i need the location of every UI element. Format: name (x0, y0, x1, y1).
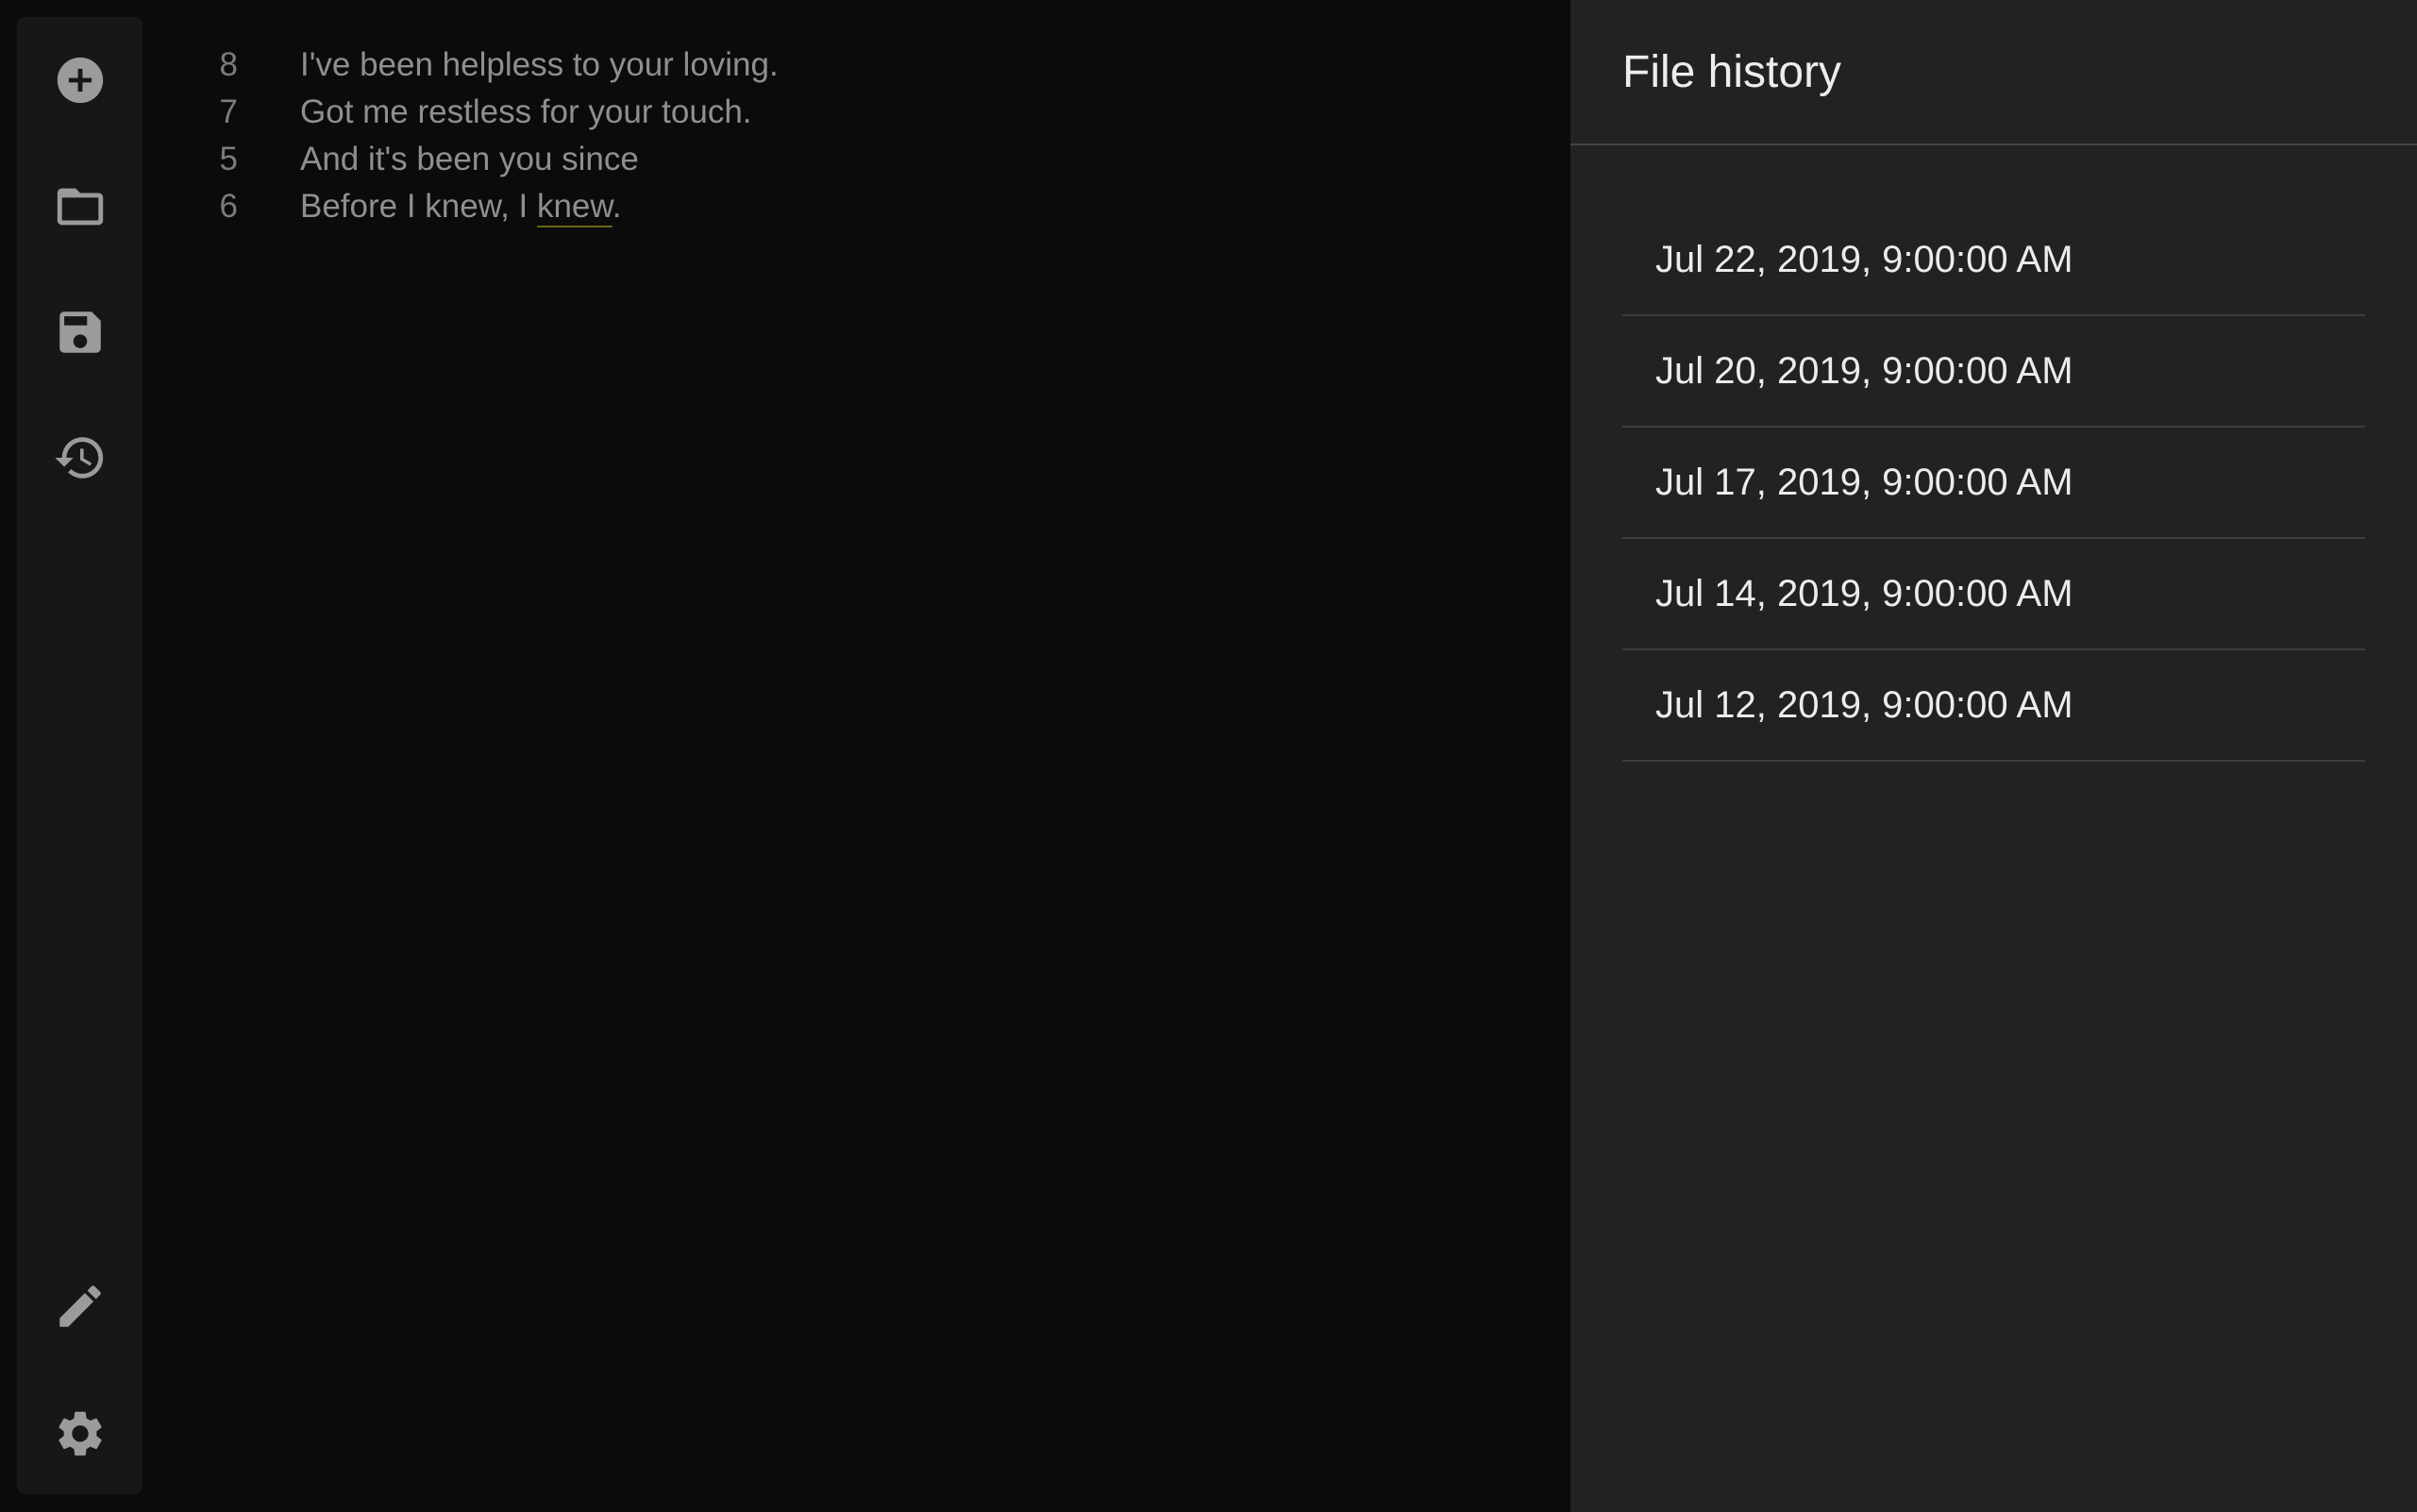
editor-line[interactable]: 6 Before I knew, I knew. (189, 183, 1529, 230)
open-folder-button[interactable] (17, 160, 143, 254)
app-window: 8 I've been helpless to your loving. 7 G… (0, 0, 2417, 1512)
edit-button[interactable] (17, 1259, 143, 1353)
panel-header: File history (1570, 0, 2417, 145)
history-item[interactable]: Jul 20, 2019, 9:00:00 AM (1622, 316, 2365, 428)
settings-button[interactable] (17, 1386, 143, 1481)
line-number: 8 (219, 46, 238, 83)
editor-line[interactable]: 7 Got me restless for your touch. (189, 89, 1529, 136)
line-text-after: . (612, 188, 622, 225)
spellcheck-underlined-word[interactable]: knew (537, 188, 613, 225)
editor-area: 8 I've been helpless to your loving. 7 G… (0, 0, 1570, 1512)
history-item[interactable]: Jul 22, 2019, 9:00:00 AM (1622, 205, 2365, 316)
history-item[interactable]: Jul 17, 2019, 9:00:00 AM (1622, 428, 2365, 539)
save-icon (59, 311, 101, 353)
sidebar (17, 17, 143, 1494)
history-icon (54, 437, 103, 479)
line-text[interactable]: And it's been you since (300, 141, 639, 178)
line-number: 5 (219, 141, 238, 177)
gear-icon (58, 1411, 102, 1456)
history-button[interactable] (17, 411, 143, 505)
line-text[interactable]: Got me restless for your touch. (300, 93, 752, 131)
history-list: Jul 22, 2019, 9:00:00 AM Jul 20, 2019, 9… (1622, 205, 2365, 762)
line-number: 6 (219, 188, 238, 225)
line-text[interactable]: I've been helpless to your loving. (300, 46, 779, 84)
history-item[interactable]: Jul 12, 2019, 9:00:00 AM (1622, 650, 2365, 762)
editor-line[interactable]: 8 I've been helpless to your loving. (189, 42, 1529, 89)
save-button[interactable] (17, 285, 143, 379)
new-file-button[interactable] (17, 33, 143, 127)
editor-line[interactable]: 5 And it's been you since (189, 136, 1529, 183)
text-editor[interactable]: 8 I've been helpless to your loving. 7 G… (189, 42, 1529, 230)
panel-title: File history (1622, 46, 1842, 97)
line-text-before: Before I knew, I (300, 188, 537, 225)
line-text[interactable]: Before I knew, I knew. (300, 188, 621, 226)
pencil-icon (59, 1285, 101, 1327)
add-circle-icon (57, 57, 103, 104)
file-history-panel: File history Jul 22, 2019, 9:00:00 AM Ju… (1570, 0, 2417, 1512)
history-item[interactable]: Jul 14, 2019, 9:00:00 AM (1622, 539, 2365, 650)
folder-icon (57, 188, 103, 226)
line-number: 7 (219, 93, 238, 130)
